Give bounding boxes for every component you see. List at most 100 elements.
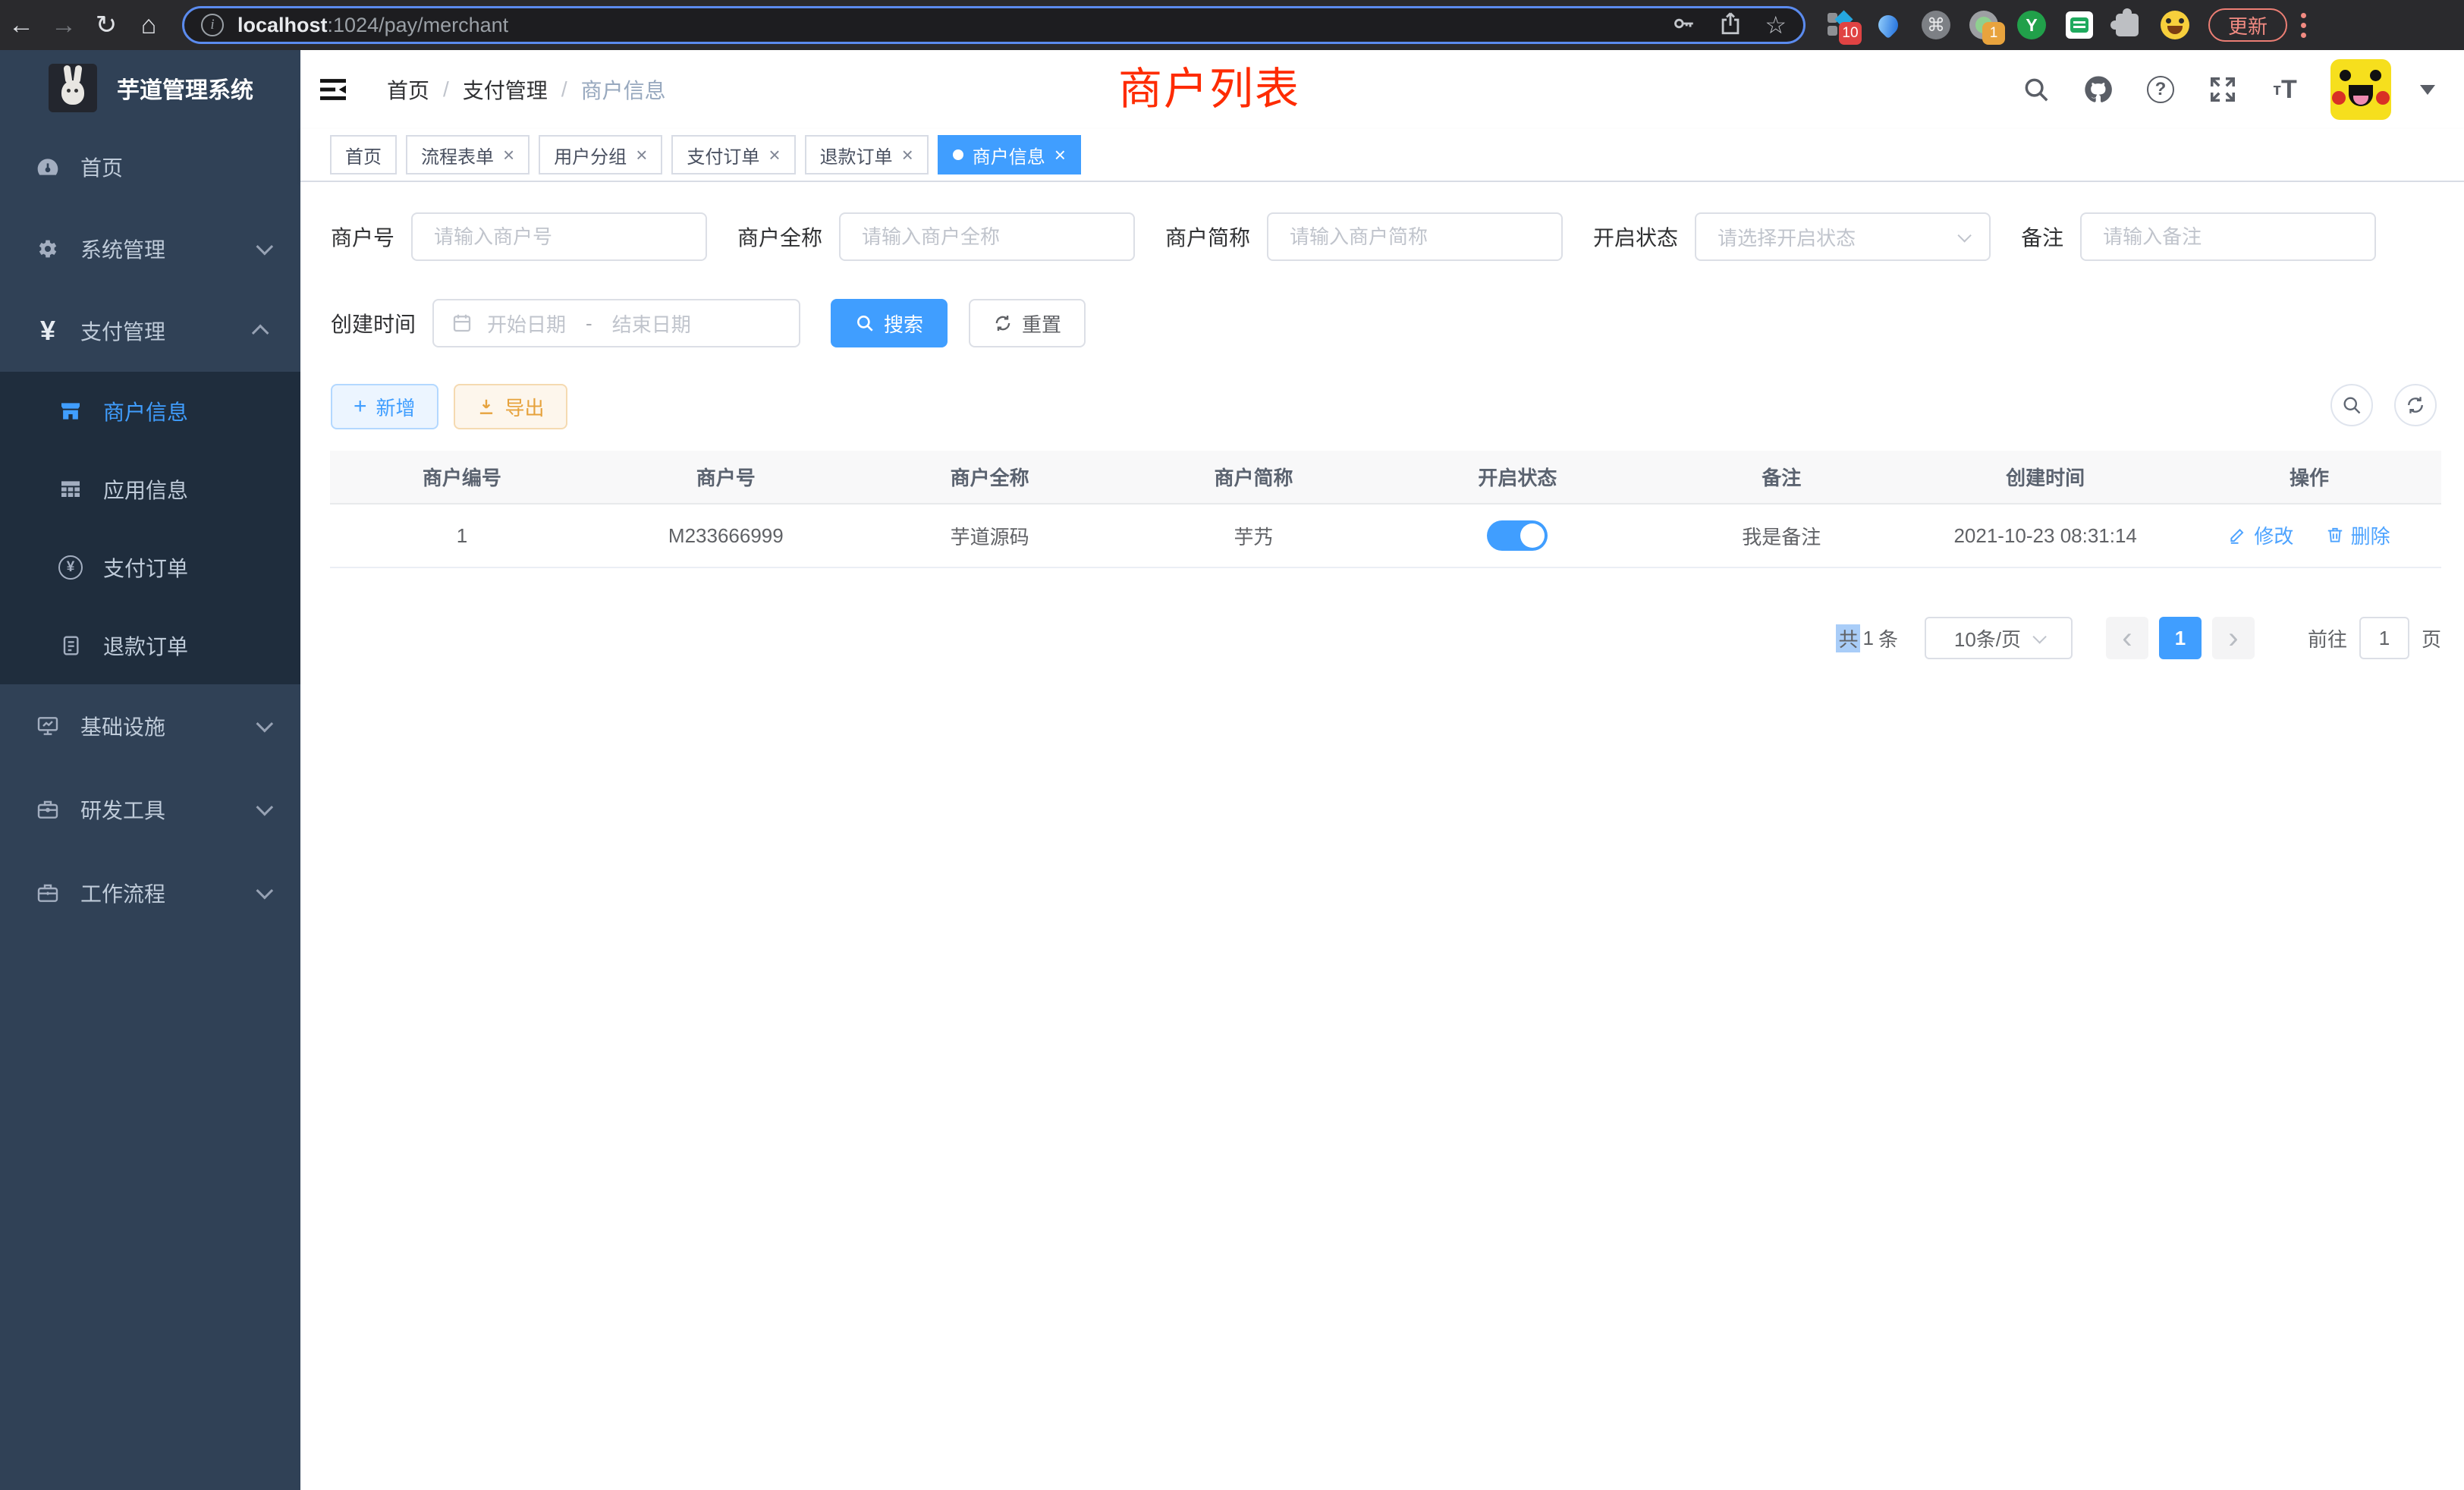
close-icon[interactable]: × [768,145,780,165]
sidebar-item-merchant-info[interactable]: 商户信息 [0,372,300,450]
merchant-no-input[interactable] [411,212,707,261]
short-name-input[interactable] [1267,212,1563,261]
extension-badge-10: 10 [1839,22,1862,45]
yen-circle-icon: ¥ [57,554,84,581]
header-search-icon[interactable] [2019,73,2053,106]
pay-submenu: 商户信息 应用信息 ¥ 支付订单 退款订单 [0,372,300,684]
browser-home-icon[interactable]: ⌂ [127,7,170,43]
app-logo [49,64,97,112]
sidebar-item-label: 应用信息 [103,474,188,505]
sidebar-item-refund-order[interactable]: 退款订单 [0,606,300,684]
cell-merchant-no: M233666999 [594,504,858,567]
delete-link[interactable]: 删除 [2325,521,2390,549]
sidebar-collapse-icon[interactable] [319,77,347,102]
status-toggle[interactable] [1487,520,1548,551]
tab-process-form[interactable]: 流程表单× [406,135,530,174]
breadcrumb-separator: / [443,77,449,102]
github-icon[interactable] [2082,73,2115,106]
short-name-label: 商户简称 [1165,222,1250,252]
browser-forward-icon[interactable]: → [42,7,85,43]
sidebar-item-devtools[interactable]: 研发工具 [0,768,300,851]
sidebar-item-pay-order[interactable]: ¥ 支付订单 [0,528,300,606]
table-toolbar: + 新增 导出 [331,384,2464,429]
remark-input[interactable] [2080,212,2376,261]
col-remark: 备注 [1649,451,1913,504]
close-icon[interactable]: × [503,145,514,165]
close-icon[interactable]: × [1054,145,1066,165]
remark-label: 备注 [2021,222,2063,252]
col-actions: 操作 [2177,451,2441,504]
full-name-input[interactable] [839,212,1135,261]
goto-page-input[interactable] [2359,617,2409,659]
sidebar-item-label: 工作流程 [80,878,165,908]
sidebar-item-system[interactable]: 系统管理 [0,208,300,290]
sidebar-item-infra[interactable]: 基础设施 [0,684,300,768]
sidebar-item-home[interactable]: 首页 [0,126,300,208]
page-size-select[interactable]: 10条/页 [1925,617,2073,659]
toggle-search-button[interactable] [2330,384,2373,426]
avatar-caret-icon[interactable] [2420,85,2435,95]
extension-y-icon[interactable]: Y [2016,10,2047,40]
filter-row-2: 创建时间 开始日期 - 结束日期 搜索 重置 [331,299,2464,347]
tab-merchant-info[interactable]: 商户信息× [938,135,1081,174]
trash-icon [2325,525,2345,545]
tab-home[interactable]: 首页 [330,135,397,174]
reset-button[interactable]: 重置 [969,299,1086,347]
chrome-update-button[interactable]: 更新 [2208,8,2287,42]
add-button[interactable]: + 新增 [331,384,438,429]
share-icon[interactable] [1718,11,1743,40]
tab-user-group[interactable]: 用户分组× [539,135,662,174]
sidebar-item-pay[interactable]: ¥ 支付管理 [0,290,300,372]
sidebar-logo-row[interactable]: 芋道管理系统 [0,50,300,126]
tab-pay-order[interactable]: 支付订单× [671,135,795,174]
close-icon[interactable]: × [636,145,647,165]
extension-blocks-icon[interactable]: 10 [1825,10,1856,40]
extension-pin-icon[interactable] [1873,10,1903,40]
extension-chat-icon[interactable] [2064,10,2095,40]
prev-page-button[interactable]: ‹ [2106,617,2148,659]
cell-id: 1 [330,504,594,567]
sidebar-item-workflow[interactable]: 工作流程 [0,851,300,935]
close-icon[interactable]: × [902,145,913,165]
help-icon[interactable]: ? [2144,73,2177,106]
font-size-icon[interactable]: тT [2268,73,2302,106]
table-header-row: 商户编号 商户号 商户全称 商户简称 开启状态 备注 创建时间 操作 [330,451,2441,504]
extension-command-icon[interactable]: ⌘ [1921,10,1951,40]
export-button[interactable]: 导出 [454,384,567,429]
fullscreen-icon[interactable] [2206,73,2239,106]
extension-emoji-icon[interactable] [2160,10,2190,40]
date-range-picker[interactable]: 开始日期 - 结束日期 [432,299,800,347]
briefcase-icon [34,879,61,907]
sidebar-item-app-info[interactable]: 应用信息 [0,450,300,528]
refresh-icon [993,313,1013,333]
browser-back-icon[interactable]: ← [0,7,42,43]
bookmark-star-icon[interactable]: ☆ [1765,11,1787,39]
page-content: 商户号 商户全称 商户简称 开启状态 请选择开启状态 备注 [300,182,2464,1490]
tab-refund-order[interactable]: 退款订单× [805,135,929,174]
site-info-icon[interactable]: i [201,14,224,36]
refresh-table-button[interactable] [2394,384,2437,426]
status-select[interactable]: 请选择开启状态 [1695,212,1991,261]
calendar-icon [451,312,473,335]
password-key-icon[interactable] [1670,11,1696,40]
browser-menu-icon[interactable] [2301,13,2306,38]
breadcrumb-separator: / [561,77,567,102]
cell-remark: 我是备注 [1649,504,1913,567]
browser-reload-icon[interactable]: ↻ [85,7,127,43]
cell-full-name: 芋道源码 [858,504,1122,567]
extension-recorder-icon[interactable]: 1 [1969,10,1999,40]
tags-view-bar: 首页 流程表单× 用户分组× 支付订单× 退款订单× 商户信息× [300,129,2464,182]
extensions-puzzle-icon[interactable] [2112,10,2142,40]
breadcrumb-pay[interactable]: 支付管理 [463,74,548,105]
edit-link[interactable]: 修改 [2228,521,2293,549]
page-number-1[interactable]: 1 [2159,617,2202,659]
search-button[interactable]: 搜索 [831,299,948,347]
breadcrumb-home[interactable]: 首页 [387,74,429,105]
next-page-button[interactable]: › [2212,617,2255,659]
document-icon [57,632,84,659]
chevron-down-icon [256,715,274,733]
user-avatar[interactable] [2330,59,2391,120]
address-bar[interactable]: i localhost:1024/pay/merchant ☆ [182,6,1806,44]
download-icon [476,397,496,417]
merchant-table: 商户编号 商户号 商户全称 商户简称 开启状态 备注 创建时间 操作 1 M23… [330,451,2441,568]
